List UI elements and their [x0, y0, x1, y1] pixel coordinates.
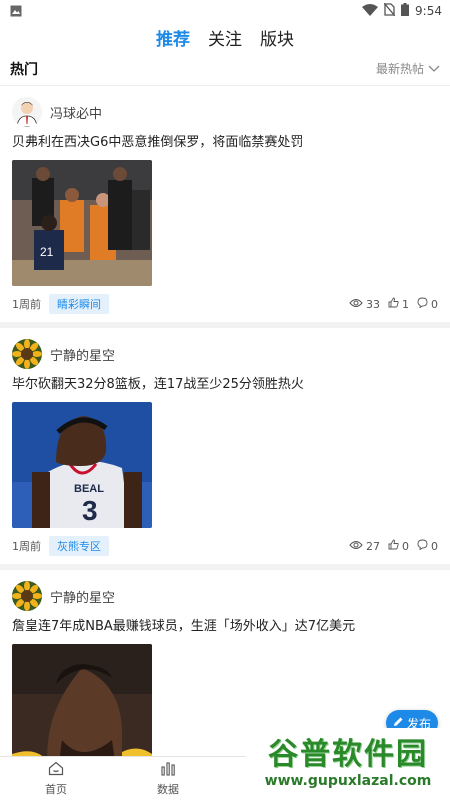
tab-follow[interactable]: 关注 [208, 25, 242, 50]
post-time: 1周前 [12, 298, 41, 311]
eye-icon [349, 298, 363, 311]
watermark-title: 谷普软件园 [268, 737, 428, 772]
post-title[interactable]: 毕尔砍翻天32分8篮板，连17战至少25分领胜热火 [12, 376, 438, 394]
watermark: 谷普软件园 www.gupuxlazal.com [246, 728, 450, 800]
wifi-icon [362, 3, 379, 19]
post-header: 宁静的星空 [12, 580, 438, 612]
views-count: 27 [366, 539, 380, 553]
nav-home[interactable]: 首页 [0, 757, 112, 800]
likes-count: 0 [402, 539, 409, 553]
svg-text:21: 21 [40, 245, 54, 259]
post-header: 宁静的星空 [12, 338, 438, 370]
post-feed[interactable]: 冯球必中 贝弗利在西决G6中恶意推倒保罗，将面临禁赛处罚 21 1周前 睛彩瞬间… [0, 86, 450, 756]
like-button[interactable]: 0 [388, 539, 409, 553]
post-card[interactable]: 宁静的星空 毕尔砍翻天32分8篮板，连17战至少25分领胜热火 BEAL 3 1… [0, 328, 450, 564]
post-title[interactable]: 贝弗利在西决G6中恶意推倒保罗，将面临禁赛处罚 [12, 134, 438, 152]
svg-text:BEAL: BEAL [74, 483, 104, 495]
home-icon [48, 761, 64, 779]
top-tab-bar: 推荐 关注 版块 [0, 22, 450, 52]
post-header: 冯球必中 [12, 96, 438, 128]
comment-icon [417, 539, 428, 553]
nav-home-label: 首页 [45, 782, 67, 796]
no-sim-icon [383, 2, 396, 19]
avatar[interactable] [12, 97, 42, 127]
post-card[interactable]: 冯球必中 贝弗利在西决G6中恶意推倒保罗，将面临禁赛处罚 21 1周前 睛彩瞬间… [0, 86, 450, 322]
post-image[interactable]: 21 [12, 160, 152, 286]
comments-count: 0 [431, 297, 438, 311]
post-image[interactable]: BEAL 3 [12, 402, 152, 528]
comment-button[interactable]: 0 [417, 539, 438, 553]
comments-count: 0 [431, 539, 438, 553]
post-time: 1周前 [12, 540, 41, 553]
svg-text:3: 3 [82, 495, 98, 526]
post-tag[interactable]: 灰熊专区 [49, 536, 109, 556]
post-title[interactable]: 詹皇连7年成NBA最赚钱球员，生涯「场外收入」达7亿美元 [12, 618, 438, 636]
sort-label: 最新热帖 [375, 62, 424, 76]
likes-count: 1 [402, 297, 409, 311]
views-count: 33 [366, 297, 380, 311]
author-name[interactable]: 冯球必中 [50, 103, 102, 122]
thumbs-up-icon [388, 539, 399, 553]
post-footer: 1周前 灰熊专区 27 0 0 [12, 528, 438, 564]
chevron-down-icon [428, 62, 440, 76]
eye-icon [349, 540, 363, 553]
comment-button[interactable]: 0 [417, 297, 438, 311]
post-footer: 1周前 睛彩瞬间 33 1 0 [12, 286, 438, 322]
author-name[interactable]: 宁静的星空 [50, 345, 115, 364]
like-button[interactable]: 1 [388, 297, 409, 311]
watermark-url: www.gupuxlazal.com [264, 773, 432, 789]
tab-recommend[interactable]: 推荐 [156, 25, 190, 50]
tab-boards[interactable]: 版块 [260, 25, 294, 50]
section-header: 热门 最新热帖 [0, 52, 450, 86]
avatar[interactable] [12, 581, 42, 611]
section-title: 热门 [10, 61, 38, 78]
avatar[interactable] [12, 339, 42, 369]
comment-icon [417, 297, 428, 311]
nav-data[interactable]: 数据 [112, 757, 224, 800]
views-stat: 27 [349, 540, 380, 553]
post-image[interactable] [12, 644, 152, 756]
post-tag[interactable]: 睛彩瞬间 [49, 294, 109, 314]
views-stat: 33 [349, 298, 380, 311]
author-name[interactable]: 宁静的星空 [50, 587, 115, 606]
status-bar: 9:54 [0, 0, 450, 22]
image-notification-icon [10, 2, 22, 21]
status-time: 9:54 [415, 4, 442, 18]
nav-data-label: 数据 [157, 782, 179, 796]
sort-dropdown[interactable]: 最新热帖 [376, 60, 440, 77]
battery-icon [401, 3, 410, 19]
thumbs-up-icon [388, 297, 399, 311]
bar-chart-icon [160, 761, 176, 779]
